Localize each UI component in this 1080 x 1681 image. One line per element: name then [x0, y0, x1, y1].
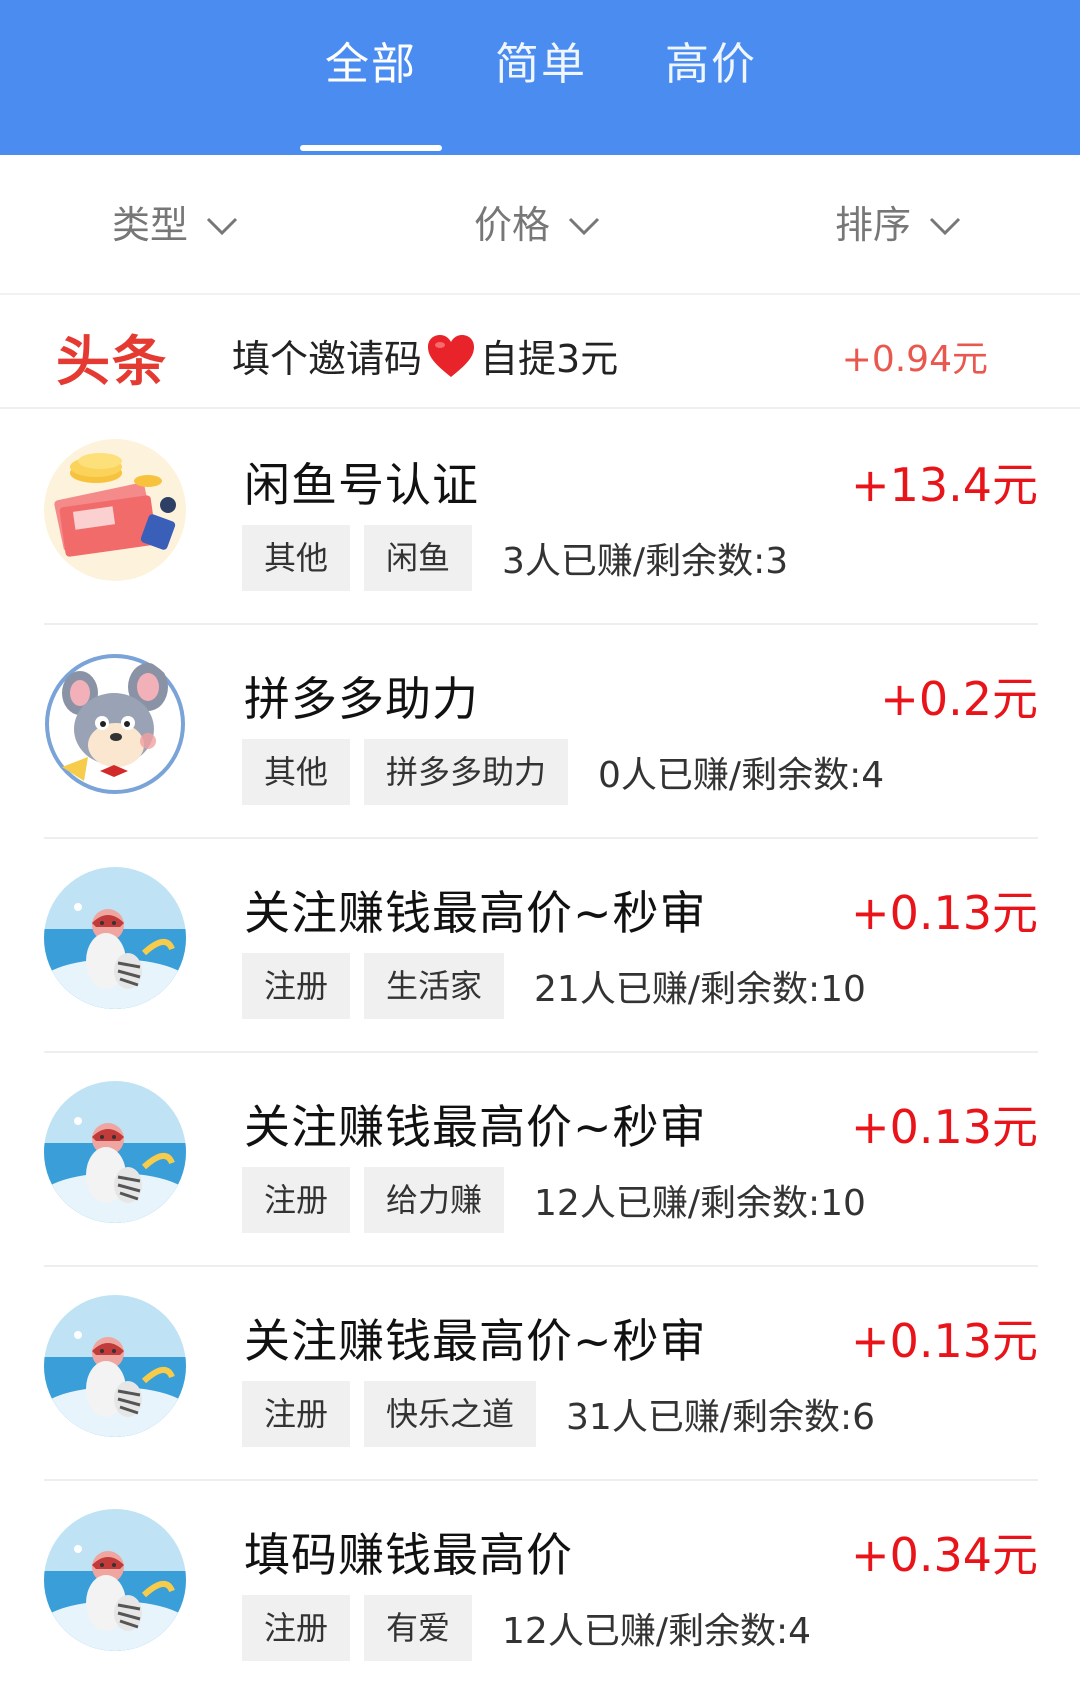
task-item[interactable]: 关注赚钱最高价~秒审 +0.13元 注册 给力赚 12人已赚/剩余数:10 — [0, 1053, 1080, 1267]
task-item[interactable]: 闲鱼号认证 +13.4元 其他 闲鱼 3人已赚/剩余数:3 — [0, 411, 1080, 625]
chevron-down-icon — [206, 217, 238, 236]
task-price: +0.34元 — [851, 1528, 1038, 1582]
task-title: 关注赚钱最高价~秒审 — [244, 1314, 707, 1368]
heart-icon — [428, 334, 475, 377]
task-item[interactable]: 关注赚钱最高价~秒审 +0.13元 注册 生活家 21人已赚/剩余数:10 — [0, 839, 1080, 1053]
task-stats: 21人已赚/剩余数:10 — [534, 969, 866, 1010]
task-tags: 注册 有爱 12人已赚/剩余数:4 — [242, 1595, 811, 1661]
category-tag: 其他 — [242, 739, 351, 805]
task-tags: 其他 拼多多助力 0人已赚/剩余数:4 — [242, 739, 884, 805]
platform-tag: 生活家 — [364, 953, 505, 1019]
tab-all[interactable]: 全部 — [300, 30, 442, 100]
task-item[interactable]: 关注赚钱最高价~秒审 +0.13元 注册 快乐之道 31人已赚/剩余数:6 — [0, 1267, 1080, 1481]
headline-text-after: 自提3元 — [480, 337, 619, 381]
task-tags: 注册 快乐之道 31人已赚/剩余数:6 — [242, 1381, 875, 1447]
headline-text: 填个邀请码 自提3元 — [232, 328, 618, 383]
headline-banner[interactable]: 头条 填个邀请码 自提3元 +0.94元 — [0, 297, 1080, 409]
task-title: 关注赚钱最高价~秒审 — [244, 1100, 707, 1154]
task-title: 关注赚钱最高价~秒审 — [244, 886, 707, 940]
platform-tag: 拼多多助力 — [364, 739, 569, 805]
filter-sort-label: 排序 — [835, 203, 912, 247]
task-stats: 12人已赚/剩余数:4 — [502, 1611, 812, 1652]
filter-type-label: 类型 — [112, 203, 189, 247]
cartoon-cat-avatar — [44, 1509, 186, 1651]
headline-price: +0.94元 — [841, 339, 988, 380]
filter-type-dropdown[interactable]: 类型 — [112, 195, 240, 255]
category-tag: 注册 — [242, 953, 351, 1019]
cartoon-mouse-avatar — [44, 653, 186, 795]
task-stats: 0人已赚/剩余数:4 — [598, 755, 885, 796]
task-title: 拼多多助力 — [244, 672, 479, 726]
chevron-down-icon — [929, 217, 961, 236]
task-item[interactable]: 拼多多助力 +0.2元 其他 拼多多助力 0人已赚/剩余数:4 — [0, 625, 1080, 839]
task-stats: 12人已赚/剩余数:10 — [534, 1183, 866, 1224]
category-tag: 注册 — [242, 1167, 351, 1233]
active-tab-indicator — [300, 145, 442, 151]
task-price: +0.13元 — [851, 1314, 1038, 1368]
task-title: 闲鱼号认证 — [244, 458, 479, 512]
tab-simple[interactable]: 简单 — [470, 30, 612, 100]
task-stats: 31人已赚/剩余数:6 — [566, 1397, 876, 1438]
task-stats: 3人已赚/剩余数:3 — [502, 541, 789, 582]
filter-price-dropdown[interactable]: 价格 — [474, 195, 602, 255]
platform-tag: 给力赚 — [364, 1167, 505, 1233]
task-price: +13.4元 — [851, 458, 1038, 512]
filter-bar: 类型 价格 排序 — [0, 155, 1080, 295]
headline-logo: 头条 — [56, 330, 168, 393]
money-coins-avatar — [44, 439, 186, 581]
tab-high-price[interactable]: 高价 — [640, 30, 782, 100]
headline-text-before: 填个邀请码 — [232, 337, 423, 381]
task-price: +0.2元 — [880, 672, 1038, 726]
chevron-down-icon — [568, 217, 600, 236]
platform-tag: 快乐之道 — [364, 1381, 537, 1447]
platform-tag: 有爱 — [364, 1595, 473, 1661]
task-tags: 注册 给力赚 12人已赚/剩余数:10 — [242, 1167, 866, 1233]
task-tags: 其他 闲鱼 3人已赚/剩余数:3 — [242, 525, 788, 591]
task-title: 填码赚钱最高价 — [244, 1528, 573, 1582]
top-tab-bar: 全部 简单 高价 — [0, 0, 1080, 155]
task-item[interactable]: 填码赚钱最高价 +0.34元 注册 有爱 12人已赚/剩余数:4 — [0, 1481, 1080, 1681]
cartoon-cat-avatar — [44, 1295, 186, 1437]
filter-price-label: 价格 — [474, 203, 551, 247]
filter-sort-dropdown[interactable]: 排序 — [835, 195, 963, 255]
cartoon-cat-avatar — [44, 867, 186, 1009]
cartoon-cat-avatar — [44, 1081, 186, 1223]
category-tag: 注册 — [242, 1595, 351, 1661]
task-tags: 注册 生活家 21人已赚/剩余数:10 — [242, 953, 866, 1019]
category-tag: 其他 — [242, 525, 351, 591]
platform-tag: 闲鱼 — [364, 525, 473, 591]
task-price: +0.13元 — [851, 1100, 1038, 1154]
category-tag: 注册 — [242, 1381, 351, 1447]
task-price: +0.13元 — [851, 886, 1038, 940]
